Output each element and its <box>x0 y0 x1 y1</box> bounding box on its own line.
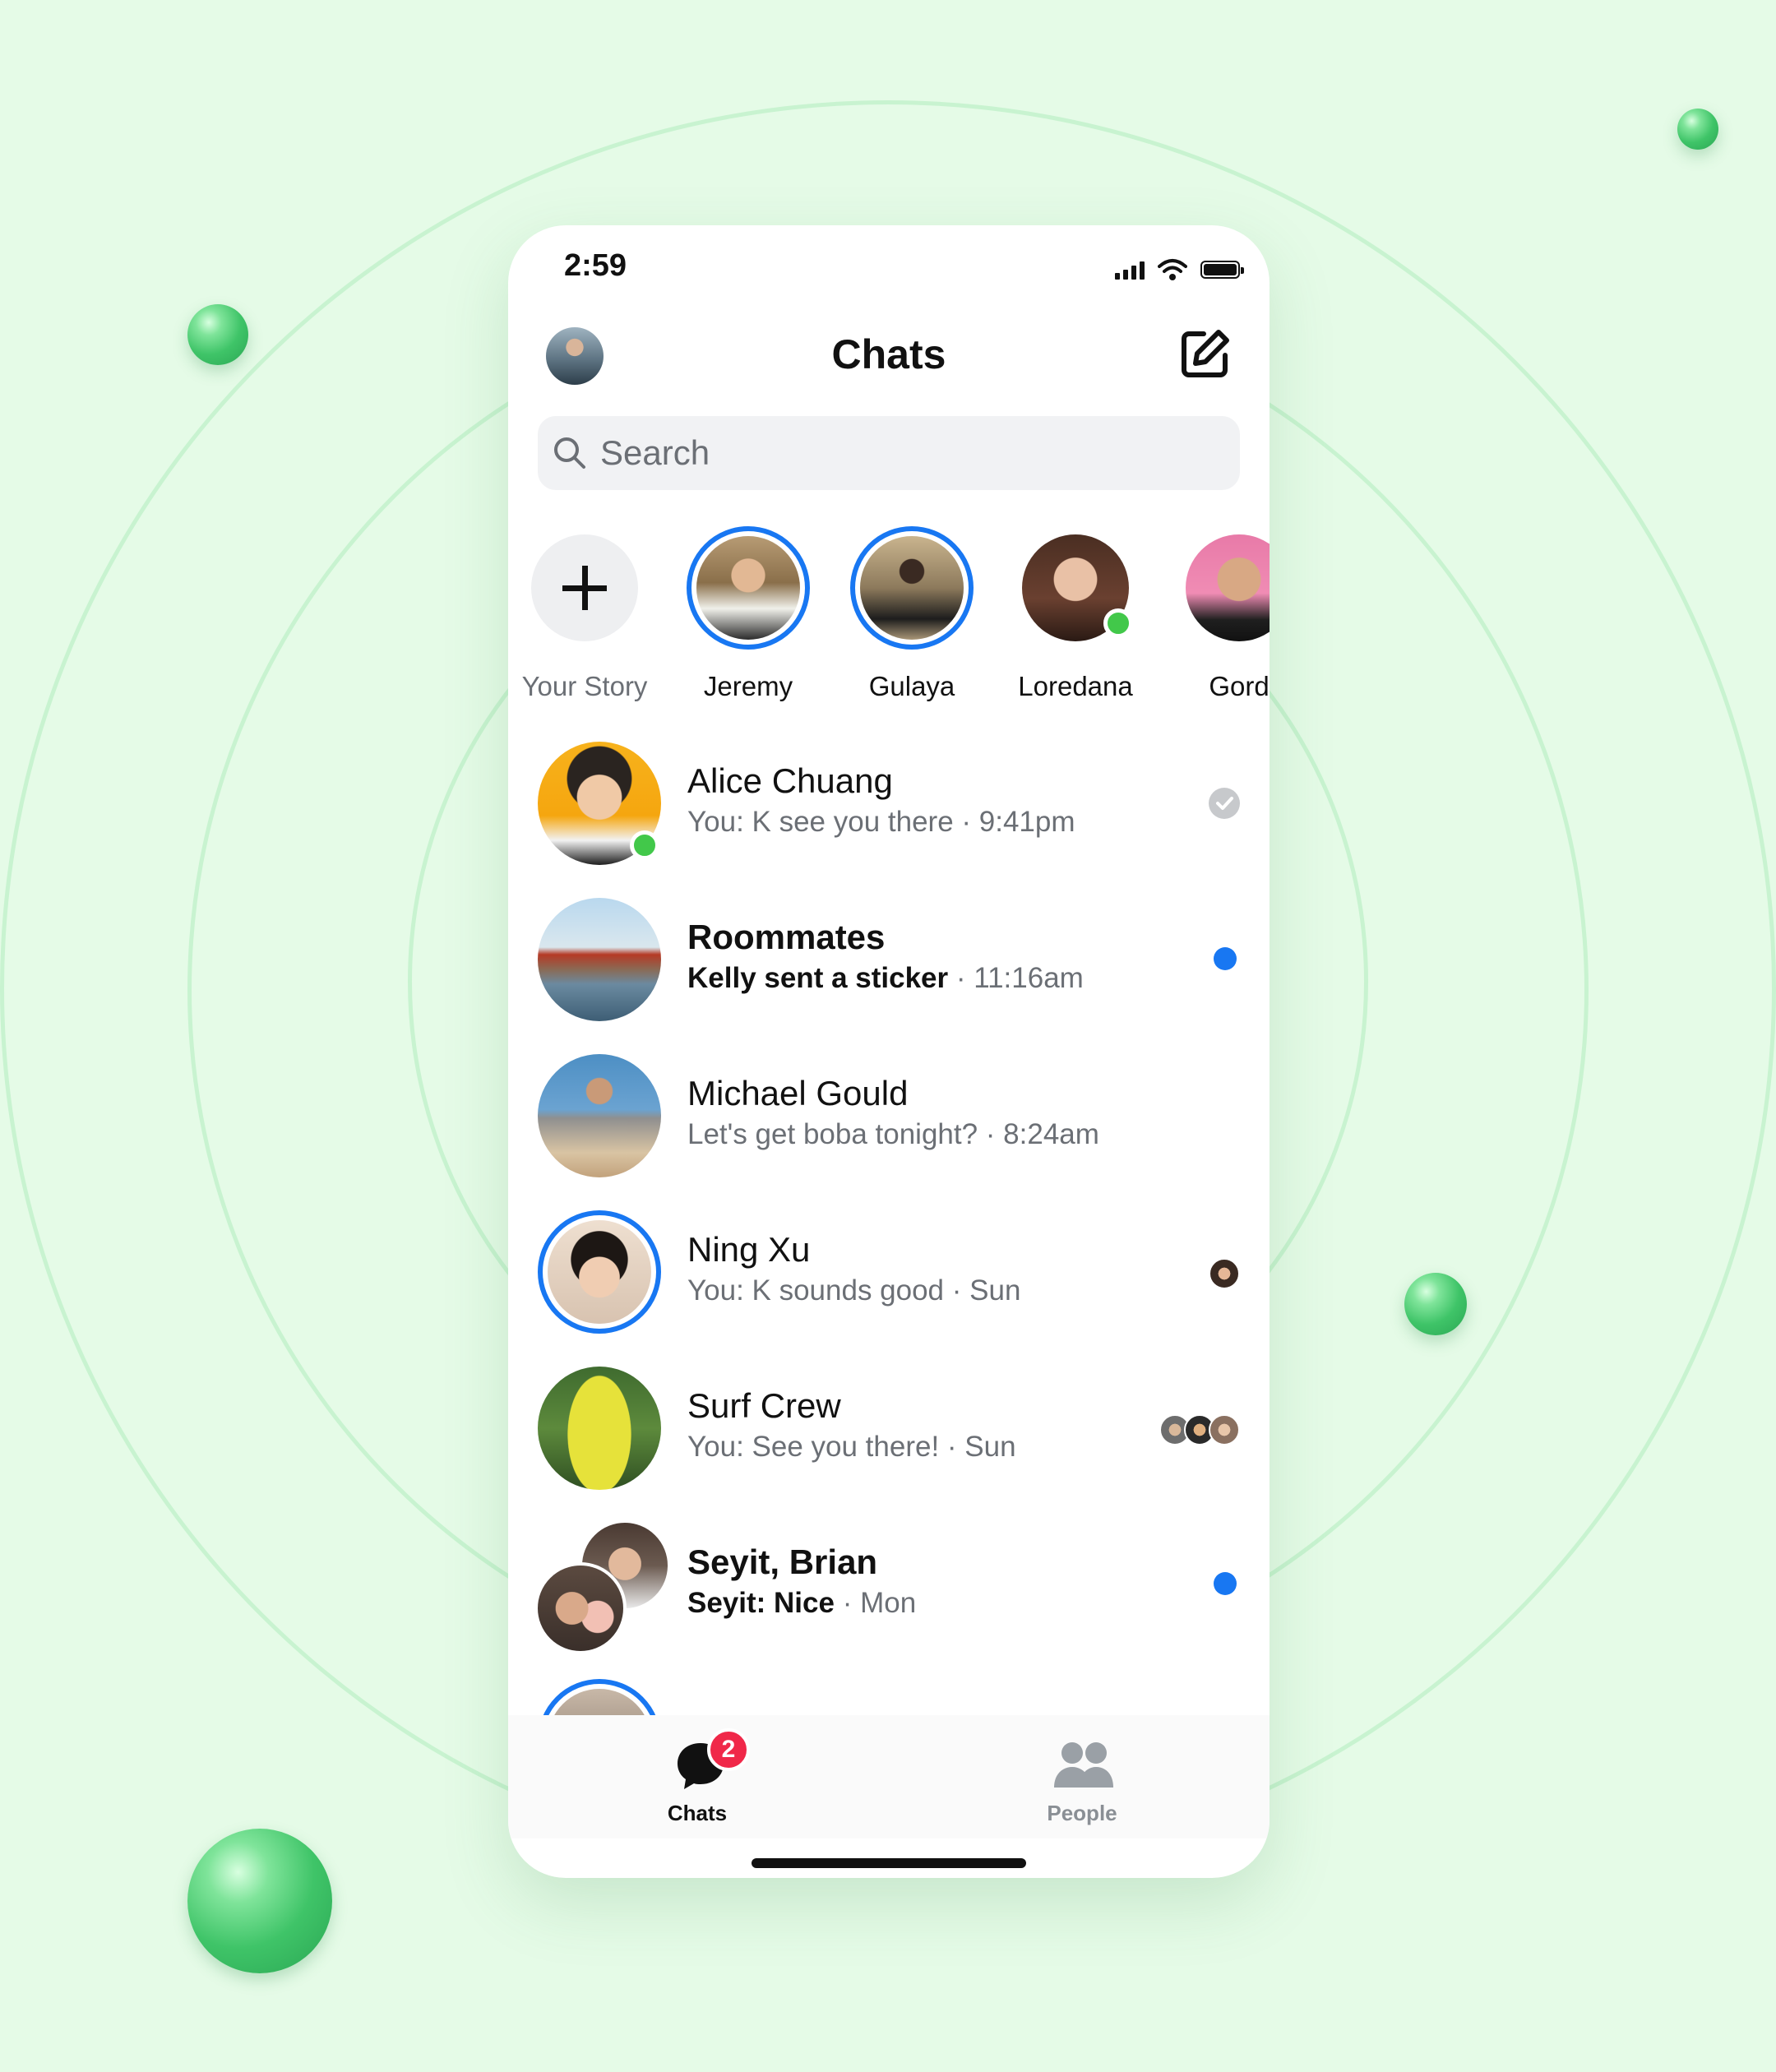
unread-indicator <box>1214 1572 1237 1595</box>
seen-avatar <box>1209 1258 1240 1289</box>
page-title: Chats <box>831 331 946 377</box>
tab-label: People <box>1047 1801 1117 1825</box>
status-icons <box>1115 258 1244 281</box>
bg-bubble <box>1404 1273 1467 1335</box>
chat-name: Seyit, Brian <box>687 1542 878 1581</box>
chat-row-michael-gould[interactable]: Michael Gould Let's get boba tonight? · … <box>508 1054 1270 1186</box>
online-indicator <box>1103 608 1133 638</box>
tab-label: Chats <box>667 1801 728 1825</box>
home-indicator[interactable] <box>752 1858 1026 1868</box>
chat-row-surf-crew[interactable]: Surf Crew You: See you there! · Sun <box>508 1367 1270 1498</box>
chat-row-seyit-brian[interactable]: Seyit, Brian Seyit: Nice · Mon <box>508 1519 1270 1654</box>
avatar <box>860 536 964 640</box>
tab-people[interactable]: People <box>983 1715 1181 1838</box>
chat-preview: Let's get boba tonight? · 8:24am <box>687 1118 1099 1150</box>
online-indicator <box>630 830 659 860</box>
status-time: 2:59 <box>564 248 627 283</box>
chat-preview: You: K see you there · 9:41pm <box>687 806 1075 838</box>
battery-icon <box>1200 261 1244 279</box>
wifi-icon <box>1158 259 1187 280</box>
story-avatar[interactable] <box>687 526 810 650</box>
chat-name: Surf Crew <box>687 1386 841 1425</box>
signal-icon <box>1115 260 1145 280</box>
plus-icon[interactable] <box>531 534 638 641</box>
story-label: Loredana <box>1018 671 1133 701</box>
avatar <box>538 898 661 1021</box>
search-icon <box>554 437 585 469</box>
chat-name: Alice Chuang <box>687 761 893 800</box>
avatar <box>538 1367 661 1490</box>
story-avatar[interactable] <box>1186 534 1270 641</box>
chat-name: Roommates <box>687 918 886 956</box>
chat-row-ning-xu[interactable]: Ning Xu You: K sounds good · Sun <box>508 1210 1270 1342</box>
group-avatar-front <box>534 1562 627 1654</box>
chat-list: Alice Chuang You: K see you there · 9:41… <box>508 742 1270 1878</box>
unread-indicator <box>1214 947 1237 970</box>
tab-bar: 2 Chats People <box>508 1715 1270 1838</box>
avatar <box>538 1210 661 1334</box>
seen-avatar <box>1209 1414 1240 1445</box>
chat-row-roommates[interactable]: Roommates Kelly sent a sticker · 11:16am <box>508 898 1270 1029</box>
notification-badge: 2 <box>707 1728 750 1771</box>
story-label: Your Story <box>521 671 648 701</box>
check-icon <box>1209 788 1240 819</box>
chat-preview: You: See you there! · Sun <box>687 1431 1016 1463</box>
story-label: Gulaya <box>868 671 955 701</box>
people-icon <box>1054 1742 1113 1788</box>
avatar <box>696 536 800 640</box>
chat-row-alice-chuang[interactable]: Alice Chuang You: K see you there · 9:41… <box>508 742 1270 873</box>
compose-icon[interactable] <box>1179 327 1232 380</box>
chat-preview: Kelly sent a sticker · 11:16am <box>687 962 1084 994</box>
chat-name: Ning Xu <box>687 1230 811 1269</box>
tab-chats[interactable]: 2 Chats <box>599 1715 796 1838</box>
bg-bubble <box>1677 109 1718 150</box>
avatar <box>1186 534 1270 641</box>
phone-screen: 2:59 Chats Your Story <box>508 225 1270 1878</box>
stories-row: Your Story Jeremy Gulaya Loredana Gord <box>508 526 1270 701</box>
story-label: Jeremy <box>703 671 793 701</box>
story-label: Gord <box>1209 671 1270 701</box>
chat-name: Michael Gould <box>687 1074 909 1112</box>
avatar <box>538 1054 661 1177</box>
chat-preview: Seyit: Nice · Mon <box>687 1587 917 1619</box>
search-input[interactable] <box>599 432 1227 474</box>
story-avatar[interactable] <box>850 526 974 650</box>
search-bar[interactable] <box>538 416 1240 490</box>
chat-preview: You: K sounds good · Sun <box>687 1274 1021 1307</box>
bg-bubble <box>187 304 248 365</box>
bg-bubble <box>187 1829 332 1973</box>
